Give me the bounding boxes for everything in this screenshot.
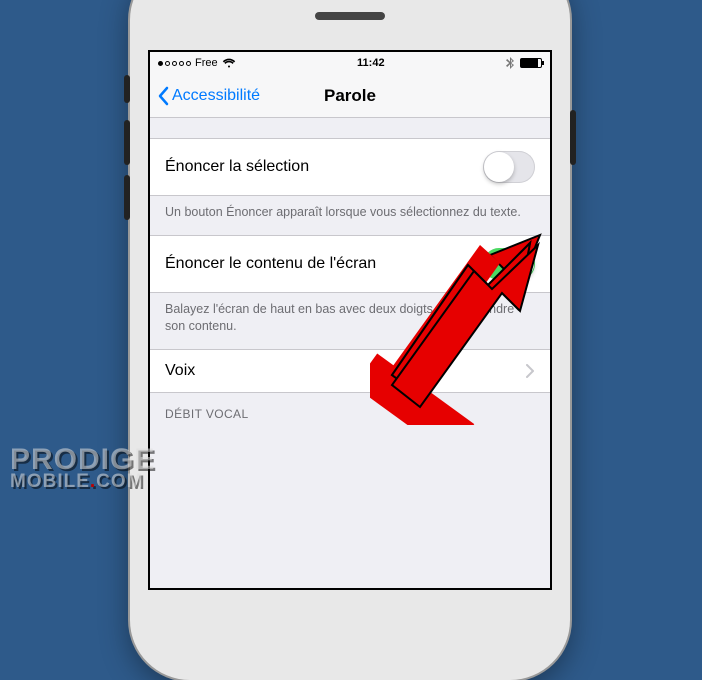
watermark-line2b: COM	[96, 471, 143, 492]
phone-frame: Free 11:42 Accessibilité Parole Énoncer …	[130, 0, 570, 680]
speak-selection-label: Énoncer la sélection	[165, 158, 309, 176]
speak-screen-row[interactable]: Énoncer le contenu de l'écran	[150, 235, 550, 293]
chevron-right-icon	[526, 364, 535, 378]
speak-selection-footer: Un bouton Énoncer apparaît lorsque vous …	[150, 196, 550, 235]
speak-selection-row[interactable]: Énoncer la sélection	[150, 138, 550, 196]
chevron-left-icon	[156, 86, 170, 106]
status-right	[506, 57, 542, 69]
signal-strength-icon	[158, 61, 191, 66]
screen: Free 11:42 Accessibilité Parole Énoncer …	[148, 50, 552, 590]
wifi-icon	[222, 58, 236, 68]
voices-row[interactable]: Voix	[150, 349, 550, 393]
navigation-bar: Accessibilité Parole	[150, 74, 550, 118]
settings-list[interactable]: Énoncer la sélection Un bouton Énoncer a…	[150, 118, 550, 427]
back-button[interactable]: Accessibilité	[150, 86, 260, 106]
speak-screen-label: Énoncer le contenu de l'écran	[165, 255, 376, 273]
back-button-label: Accessibilité	[172, 87, 260, 105]
watermark-line2a: MOBILE	[10, 471, 90, 492]
speak-selection-toggle[interactable]	[483, 151, 535, 183]
watermark-line1: PRODIGE	[10, 446, 155, 473]
volume-up-button	[124, 120, 130, 165]
watermark: PRODIGE MOBILE.COM	[10, 446, 155, 490]
speak-screen-toggle[interactable]	[483, 248, 535, 280]
power-button	[570, 110, 576, 165]
bluetooth-icon	[506, 57, 514, 69]
speak-screen-footer: Balayez l'écran de haut en bas avec deux…	[150, 293, 550, 349]
carrier-label: Free	[195, 57, 218, 69]
speech-rate-header: DÉBIT VOCAL	[150, 393, 550, 427]
status-left: Free	[158, 57, 236, 69]
mute-switch	[124, 75, 130, 103]
voices-label: Voix	[165, 362, 195, 380]
clock-label: 11:42	[357, 57, 385, 69]
volume-down-button	[124, 175, 130, 220]
battery-icon	[520, 58, 542, 68]
earpiece-speaker	[315, 12, 385, 20]
status-bar: Free 11:42	[150, 52, 550, 74]
